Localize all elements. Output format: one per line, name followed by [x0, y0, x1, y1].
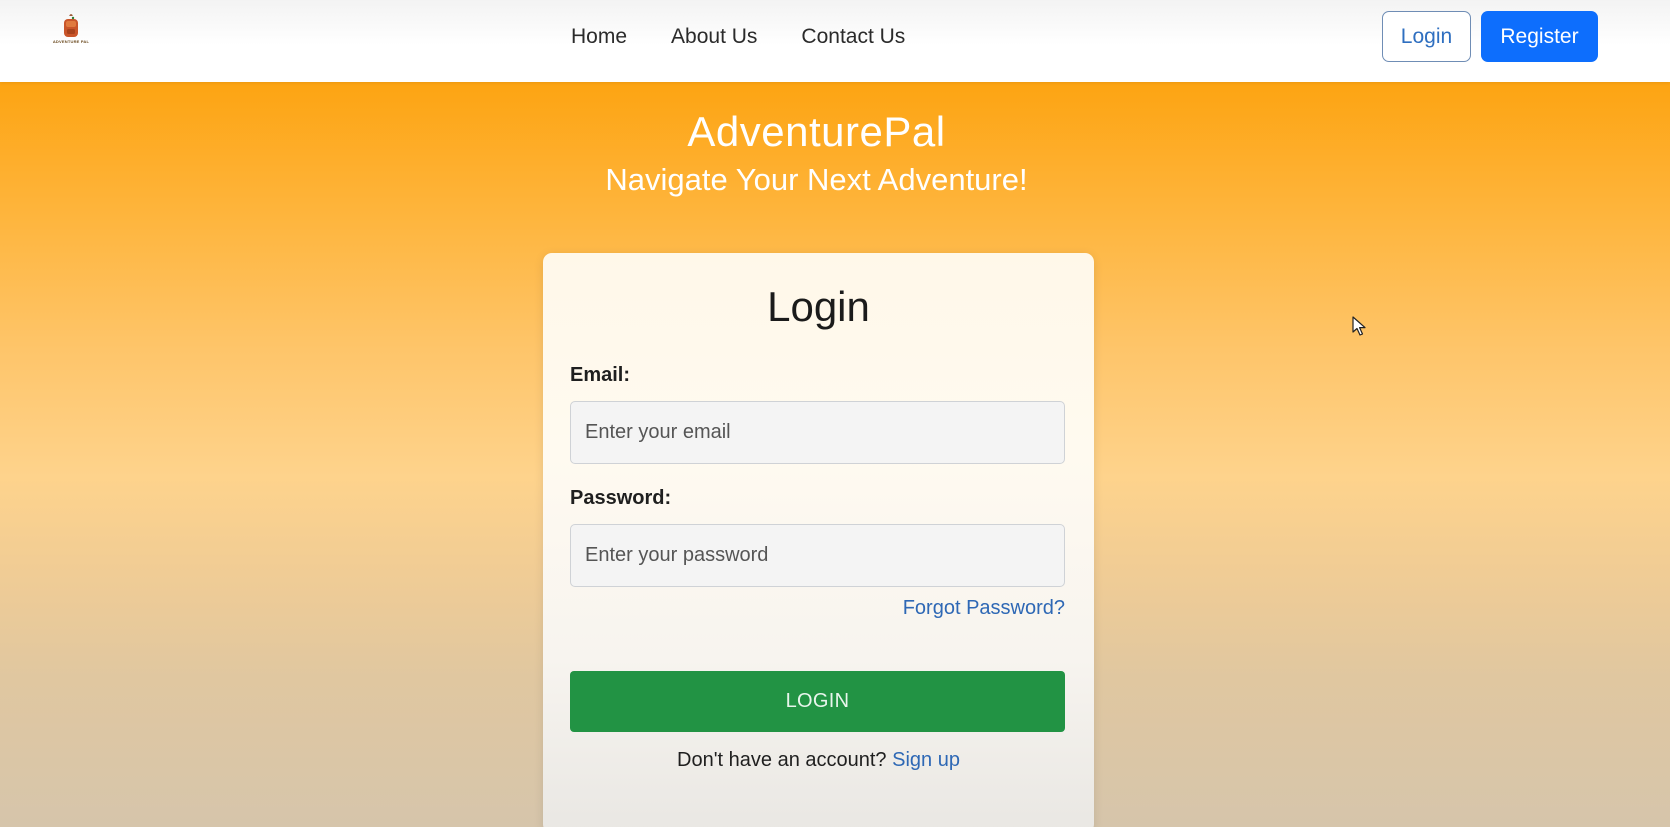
email-input[interactable]	[570, 401, 1065, 464]
hero-subtitle: Navigate Your Next Adventure!	[605, 162, 1028, 197]
nav-actions: Login Register	[1382, 11, 1598, 62]
signup-prompt-text: Don't have an account?	[677, 749, 887, 771]
mouse-pointer-icon	[1352, 316, 1366, 336]
login-submit-button[interactable]: LOGIN	[570, 671, 1065, 732]
nav-register-button[interactable]: Register	[1481, 11, 1598, 62]
nav-link-home[interactable]: Home	[571, 25, 627, 49]
main-nav: Home About Us Contact Us	[571, 0, 905, 74]
logo-text: ADVENTURE PAL	[52, 39, 90, 44]
signup-prompt: Don't have an account? Sign up	[543, 749, 1094, 772]
brand-logo[interactable]: ADVENTURE PAL	[50, 14, 92, 54]
password-label: Password:	[570, 487, 672, 509]
email-label: Email:	[570, 364, 631, 386]
login-card-title: Login	[767, 283, 870, 330]
nav-link-contact-us[interactable]: Contact Us	[801, 25, 905, 49]
hero-section: AdventurePal Navigate Your Next Adventur…	[0, 82, 1670, 827]
nav-link-about-us[interactable]: About Us	[671, 25, 757, 49]
top-navbar: ADVENTURE PAL Home About Us Contact Us L…	[0, 0, 1670, 82]
signup-link[interactable]: Sign up	[892, 749, 960, 771]
hero-title: AdventurePal	[687, 108, 946, 155]
nav-login-button[interactable]: Login	[1382, 11, 1471, 62]
forgot-password-link[interactable]: Forgot Password?	[903, 597, 1065, 620]
backpack-icon	[64, 14, 78, 37]
password-input[interactable]	[570, 524, 1065, 587]
login-card: Login Email: Password: Forgot Password? …	[543, 253, 1094, 827]
